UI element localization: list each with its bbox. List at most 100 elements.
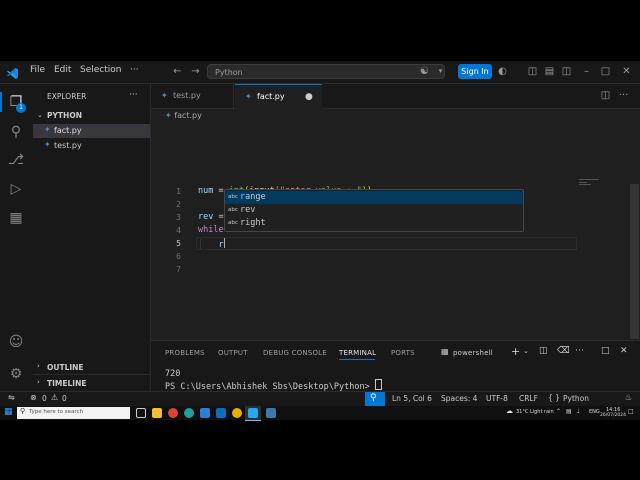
tab-test-py[interactable]: ✦ test.py — [151, 84, 234, 108]
warning-icon[interactable]: ⚠ — [51, 393, 58, 402]
new-terminal-icon[interactable]: + — [511, 345, 520, 358]
panel-more-icon[interactable]: ··· — [575, 346, 584, 356]
tab-terminal[interactable]: TERMINAL — [339, 349, 376, 357]
accounts-icon[interactable]: ◐ — [496, 65, 509, 78]
minimize-icon[interactable]: – — [580, 65, 593, 78]
notifications-bell-icon[interactable]: ♨ — [625, 393, 632, 402]
forward-arrow-icon[interactable]: → — [189, 65, 202, 78]
command-center-search[interactable]: Python — [207, 64, 445, 79]
text-suggestion-icon: abc — [228, 194, 238, 200]
extensions-icon[interactable]: ▦ — [6, 208, 26, 228]
tab-problems[interactable]: PROBLEMS — [165, 349, 205, 357]
windows-start-icon[interactable]: ▦ — [4, 407, 13, 417]
tab-debug-console[interactable]: DEBUG CONSOLE — [263, 349, 327, 357]
terminal-dropdown-icon[interactable]: ⌄ — [523, 347, 529, 355]
minimap[interactable] — [579, 179, 619, 189]
menu-more[interactable]: ··· — [130, 65, 139, 75]
tab-fact-py[interactable]: ✦ fact.py ● — [235, 84, 322, 109]
mail-icon[interactable] — [200, 408, 210, 418]
task-view-icon[interactable] — [136, 408, 146, 418]
split-editor-icon[interactable]: ◫ — [599, 89, 612, 102]
suggest-widget: abc range abc rev abc right — [224, 189, 524, 232]
source-control-icon[interactable]: ⎇ — [6, 150, 26, 170]
suggest-item-rev[interactable]: abc rev — [225, 204, 523, 217]
current-line-highlight — [196, 237, 577, 250]
outline-chevron-icon[interactable]: › — [37, 362, 40, 370]
error-count[interactable]: 0 — [42, 394, 47, 403]
weather-text[interactable]: 31°C Light rain — [516, 409, 554, 415]
timeline-chevron-icon[interactable]: › — [37, 378, 40, 386]
python-app-icon[interactable] — [266, 408, 276, 418]
explorer-active-indicator — [0, 92, 2, 112]
chrome-icon[interactable] — [168, 408, 178, 418]
line-number: 4 — [176, 226, 181, 235]
toggle-secondary-sidebar-icon[interactable]: ◫ — [560, 65, 573, 78]
copilot-menu-icon[interactable]: ▾ — [434, 65, 447, 78]
suggest-item-right[interactable]: abc right — [225, 217, 523, 230]
tab-output[interactable]: OUTPUT — [218, 349, 248, 357]
split-terminal-icon[interactable]: ◫ — [539, 346, 548, 356]
tray-chevron-icon[interactable]: ⌃ — [556, 408, 561, 415]
unsaved-dot-icon[interactable]: ● — [305, 85, 313, 109]
notification-center-icon[interactable]: □ — [628, 408, 634, 415]
editor-more-icon[interactable]: ··· — [617, 89, 630, 102]
warning-count[interactable]: 0 — [62, 394, 67, 403]
explorer-title: EXPLORER — [47, 92, 87, 101]
file-item-test[interactable]: ✦ test.py — [33, 139, 150, 153]
breadcrumb[interactable]: ✦ fact.py — [165, 111, 202, 120]
toggle-primary-sidebar-icon[interactable]: ◫ — [526, 65, 539, 78]
encoding[interactable]: UTF-8 — [486, 394, 508, 403]
outline-section[interactable]: OUTLINE — [47, 363, 84, 372]
suggest-item-range[interactable]: abc range — [225, 191, 523, 204]
error-icon[interactable]: ⊗ — [30, 393, 37, 402]
taskbar-search[interactable]: ⚲ Type here to search — [17, 407, 130, 419]
run-debug-icon[interactable]: ▷ — [6, 179, 26, 199]
clock-date[interactable]: 26/07/2024 — [600, 413, 626, 418]
menu-file[interactable]: File — [30, 65, 45, 75]
volume-icon[interactable]: ♩ — [577, 408, 580, 415]
braces-icon: { } — [548, 393, 560, 402]
menu-selection[interactable]: Selection — [80, 65, 121, 75]
sign-in-button[interactable]: Sign In — [458, 64, 492, 79]
file-explorer-icon[interactable] — [152, 408, 162, 418]
search-icon[interactable]: ⚲ — [6, 122, 26, 142]
chrome-app-icon[interactable] — [232, 408, 242, 418]
kill-terminal-icon[interactable]: ⌫ — [557, 346, 570, 356]
tab-label: fact.py — [257, 92, 285, 101]
timeline-section[interactable]: TIMELINE — [47, 379, 86, 388]
language-indicator[interactable]: ENG — [589, 409, 600, 415]
restore-icon[interactable]: □ — [599, 65, 612, 78]
tab-ports[interactable]: PORTS — [391, 349, 415, 357]
cursor-position[interactable]: Ln 5, Col 6 — [392, 394, 432, 403]
account-icon[interactable]: ☺ — [6, 332, 26, 352]
manage-gear-icon[interactable]: ⚙ — [6, 364, 26, 384]
edge-icon[interactable] — [184, 408, 194, 418]
network-icon[interactable]: ▤ — [566, 408, 572, 415]
windows-taskbar: ▦ ⚲ Type here to search ☁ 31°C Light rai… — [0, 406, 640, 421]
line-ending[interactable]: CRLF — [519, 394, 538, 403]
remote-indicator[interactable]: ⇋ — [0, 392, 24, 406]
taskbar-search-placeholder: Type here to search — [29, 409, 84, 415]
text-suggestion-icon: abc — [228, 207, 238, 213]
folder-python[interactable]: PYTHON — [47, 111, 82, 120]
vscode-taskbar-item[interactable] — [245, 406, 261, 421]
copilot-icon[interactable]: ☯ — [418, 65, 431, 78]
activity-bar: ❐ 1 ⚲ ⎇ ▷ ▦ ☺ ⚙ — [0, 84, 34, 392]
explorer-more-icon[interactable]: ··· — [129, 90, 138, 100]
vertical-scrollbar[interactable] — [630, 184, 639, 339]
zoom-indicator[interactable]: ⚲ — [365, 392, 385, 406]
back-arrow-icon[interactable]: ← — [171, 65, 184, 78]
store-icon[interactable] — [216, 408, 226, 418]
terminal-shell-name[interactable]: powershell — [453, 349, 493, 357]
close-panel-icon[interactable]: ✕ — [620, 346, 628, 356]
toggle-panel-icon[interactable]: ▤ — [543, 65, 556, 78]
suggest-label: right — [240, 218, 266, 228]
breadcrumb-file: fact.py — [174, 111, 202, 120]
menu-edit[interactable]: Edit — [54, 65, 71, 75]
indentation[interactable]: Spaces: 4 — [441, 394, 477, 403]
maximize-panel-icon[interactable]: □ — [601, 346, 610, 356]
file-item-fact[interactable]: ✦ fact.py — [33, 124, 150, 138]
close-window-icon[interactable]: ✕ — [620, 65, 633, 78]
language-mode[interactable]: Python — [563, 394, 589, 403]
folder-chevron-icon[interactable]: ⌄ — [37, 111, 43, 119]
